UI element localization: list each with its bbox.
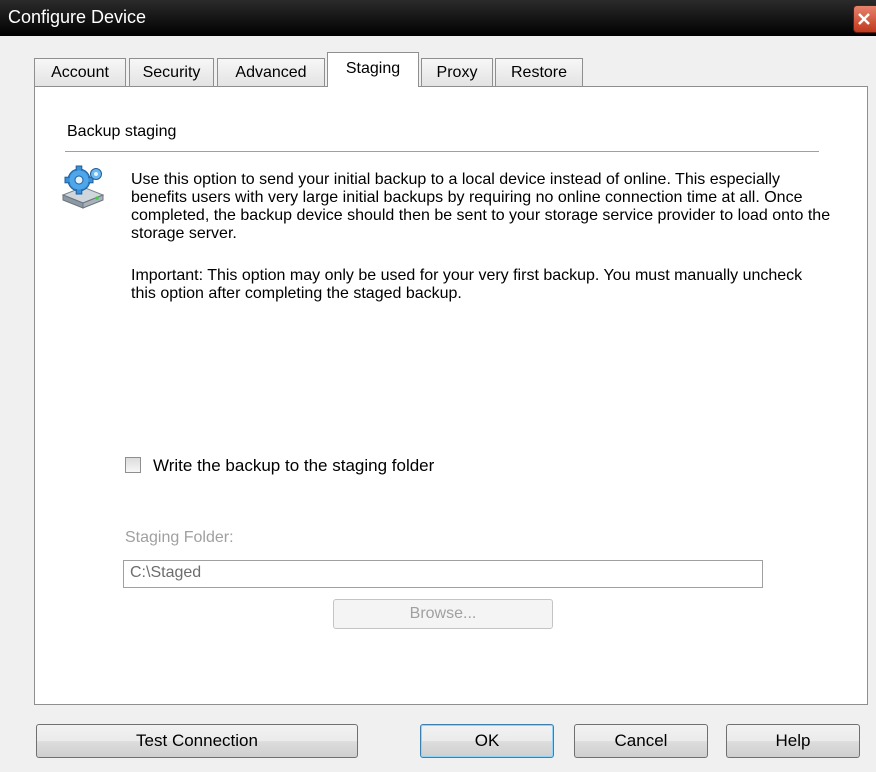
tab-account[interactable]: Account [34,58,126,86]
write-to-staging-label[interactable]: Write the backup to the staging folder [153,456,434,476]
staging-folder-input[interactable]: C:\Staged [123,560,763,588]
window-title: Configure Device [8,7,147,27]
test-connection-button[interactable]: Test Connection [36,724,358,758]
section-title: Backup staging [67,123,177,140]
title-bar: Configure Device [0,0,876,36]
tab-proxy[interactable]: Proxy [421,58,493,86]
tab-security[interactable]: Security [129,58,214,86]
backup-device-gear-icon [61,165,105,209]
tab-staging[interactable]: Staging [327,52,419,87]
tab-advanced[interactable]: Advanced [217,58,325,86]
section-divider [65,151,819,152]
close-button[interactable] [853,5,876,33]
close-icon [858,13,870,25]
staging-folder-label: Staging Folder: [125,529,234,546]
tab-restore[interactable]: Restore [495,58,583,86]
cancel-button[interactable]: Cancel [574,724,708,758]
staging-description: Use this option to send your initial bac… [131,171,831,242]
browse-button[interactable]: Browse... [333,599,553,629]
ok-button[interactable]: OK [420,724,554,758]
staging-important-note: Important: This option may only be used … [131,267,803,302]
write-to-staging-checkbox[interactable] [125,457,141,473]
help-button[interactable]: Help [726,724,860,758]
staging-panel: Backup staging Use this option to send y… [34,86,868,705]
